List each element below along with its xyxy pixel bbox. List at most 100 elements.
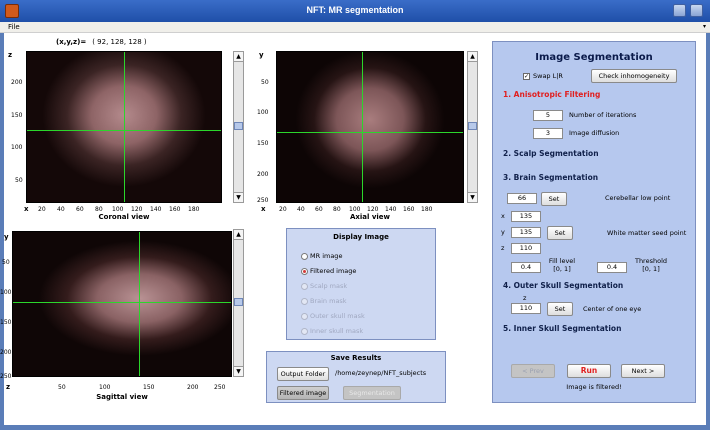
threshold-label: Threshold (634, 257, 668, 265)
check-inhomogeneity-button[interactable]: Check inhomogeneity (591, 69, 677, 83)
axial-xtick: 120 (367, 206, 379, 213)
radio-selected-icon[interactable] (301, 267, 308, 275)
save-filtered-image-button[interactable]: Filtered image (277, 386, 329, 400)
scroll-up-arrow-icon[interactable]: ▲ (468, 52, 477, 62)
section-scalp-segmentation: 2. Scalp Segmentation (503, 149, 599, 158)
sagittal-xtick: 150 (143, 384, 155, 391)
scroll-thumb[interactable] (234, 298, 243, 306)
status-text: Image is filtered! (566, 383, 622, 391)
axial-ytick: 100 (257, 109, 269, 116)
seed-z-input[interactable]: 110 (511, 243, 541, 254)
seed-y-input[interactable]: 135 (511, 227, 541, 238)
section-outer-skull-segmentation: 4. Outer Skull Segmentation (503, 281, 624, 290)
eye-input[interactable]: 110 (511, 303, 541, 314)
save-results-panel: Save Results Output Folder /home/zeynep/… (266, 351, 446, 403)
threshold-input[interactable]: 0.4 (597, 262, 627, 273)
crosshair-horizontal (277, 132, 463, 133)
set-seed-button[interactable]: Set (547, 226, 573, 240)
swap-lr-checkbox[interactable]: ✓ (523, 73, 530, 80)
run-button[interactable]: Run (567, 364, 611, 378)
radio-outer-skull-mask: Outer skull mask (301, 311, 365, 321)
coronal-xtick: 20 (38, 206, 46, 213)
axial-xtick: 40 (297, 206, 305, 213)
coronal-ytick: 200 (11, 79, 23, 86)
axial-xtick: 80 (333, 206, 341, 213)
section-brain-segmentation: 3. Brain Segmentation (503, 173, 599, 182)
fill-level-range: [0, 1] (553, 265, 571, 273)
sagittal-xlabel: z (6, 383, 11, 391)
coronal-ylabel: z (8, 51, 13, 59)
eye-z-label: z (523, 294, 527, 302)
fill-level-label: Fill level (548, 257, 576, 265)
crosshair-horizontal (13, 302, 231, 303)
axial-view[interactable] (276, 51, 464, 203)
scroll-down-arrow-icon[interactable]: ▼ (468, 192, 477, 202)
sagittal-slice-scrollbar[interactable]: ▲ ▼ (233, 229, 244, 377)
threshold-range: [0, 1] (642, 265, 660, 273)
axial-xtick: 60 (315, 206, 323, 213)
axial-xtick: 20 (279, 206, 287, 213)
sagittal-ytick: 250 (0, 373, 12, 380)
close-button[interactable] (690, 4, 703, 17)
next-button[interactable]: Next > (621, 364, 665, 378)
radio-icon (301, 297, 308, 305)
sagittal-xtick: 250 (214, 384, 226, 391)
iterations-label: Number of iterations (569, 111, 637, 119)
scroll-up-arrow-icon[interactable]: ▲ (234, 52, 243, 62)
coronal-xtick: 140 (150, 206, 162, 213)
coronal-ytick: 150 (11, 112, 23, 119)
radio-icon (301, 327, 308, 335)
seed-x-input[interactable]: 135 (511, 211, 541, 222)
scroll-thumb[interactable] (468, 122, 477, 130)
scroll-down-arrow-icon[interactable]: ▼ (234, 192, 243, 202)
save-results-title: Save Results (330, 354, 382, 362)
sagittal-ytick: 100 (0, 289, 12, 296)
sagittal-xtick: 100 (99, 384, 111, 391)
image-segmentation-panel: Image Segmentation ✓ Swap L|R Check inho… (492, 41, 696, 403)
axial-ylabel: y (259, 51, 264, 59)
axial-slice-scrollbar[interactable]: ▲ ▼ (467, 51, 478, 203)
radio-mr-image[interactable]: MR image (301, 251, 342, 261)
coronal-ytick: 50 (15, 177, 23, 184)
menu-file[interactable]: File (8, 23, 20, 31)
minimize-button[interactable] (673, 4, 686, 17)
radio-inner-skull-mask: Inner skull mask (301, 326, 363, 336)
scroll-up-arrow-icon[interactable]: ▲ (234, 230, 243, 240)
diffusion-input[interactable]: 3 (533, 128, 563, 139)
cerebellar-input[interactable]: 66 (507, 193, 537, 204)
radio-filtered-image[interactable]: Filtered image (301, 266, 356, 276)
coronal-title: Coronal view (98, 213, 150, 221)
prev-button: < Prev (511, 364, 555, 378)
seed-y-label: y (501, 228, 505, 236)
crosshair-vertical (124, 52, 125, 202)
sagittal-ytick: 50 (2, 259, 10, 266)
scroll-thumb[interactable] (234, 122, 243, 130)
radio-icon (301, 282, 308, 290)
coronal-xtick: 80 (95, 206, 103, 213)
seed-x-label: x (501, 212, 505, 220)
axial-ytick: 250 (257, 197, 269, 204)
coronal-xtick: 180 (188, 206, 200, 213)
chevron-down-icon[interactable]: ▾ (703, 23, 706, 30)
radio-icon[interactable] (301, 252, 308, 260)
radio-brain-mask: Brain mask (301, 296, 347, 306)
cerebellar-label: Cerebellar low point (605, 194, 671, 202)
set-eye-button[interactable]: Set (547, 302, 573, 316)
coronal-xtick: 160 (169, 206, 181, 213)
coronal-view[interactable] (26, 51, 222, 203)
main-area: (x,y,z)=( 92, 128, 128 ) z 200 150 100 5… (0, 33, 706, 425)
set-cerebellar-button[interactable]: Set (541, 192, 567, 206)
output-folder-button[interactable]: Output Folder (277, 367, 329, 381)
seed-label: White matter seed point (607, 229, 687, 237)
scroll-down-arrow-icon[interactable]: ▼ (234, 366, 243, 376)
iterations-input[interactable]: 5 (533, 110, 563, 121)
coronal-xlabel: x (24, 205, 29, 213)
radio-scalp-mask: Scalp mask (301, 281, 347, 291)
swap-lr-label: Swap L|R (533, 72, 563, 80)
coronal-slice-scrollbar[interactable]: ▲ ▼ (233, 51, 244, 203)
axial-xtick: 100 (349, 206, 361, 213)
coronal-xtick: 100 (112, 206, 124, 213)
axial-xtick: 180 (421, 206, 433, 213)
fill-level-input[interactable]: 0.4 (511, 262, 541, 273)
sagittal-view[interactable] (12, 231, 232, 377)
